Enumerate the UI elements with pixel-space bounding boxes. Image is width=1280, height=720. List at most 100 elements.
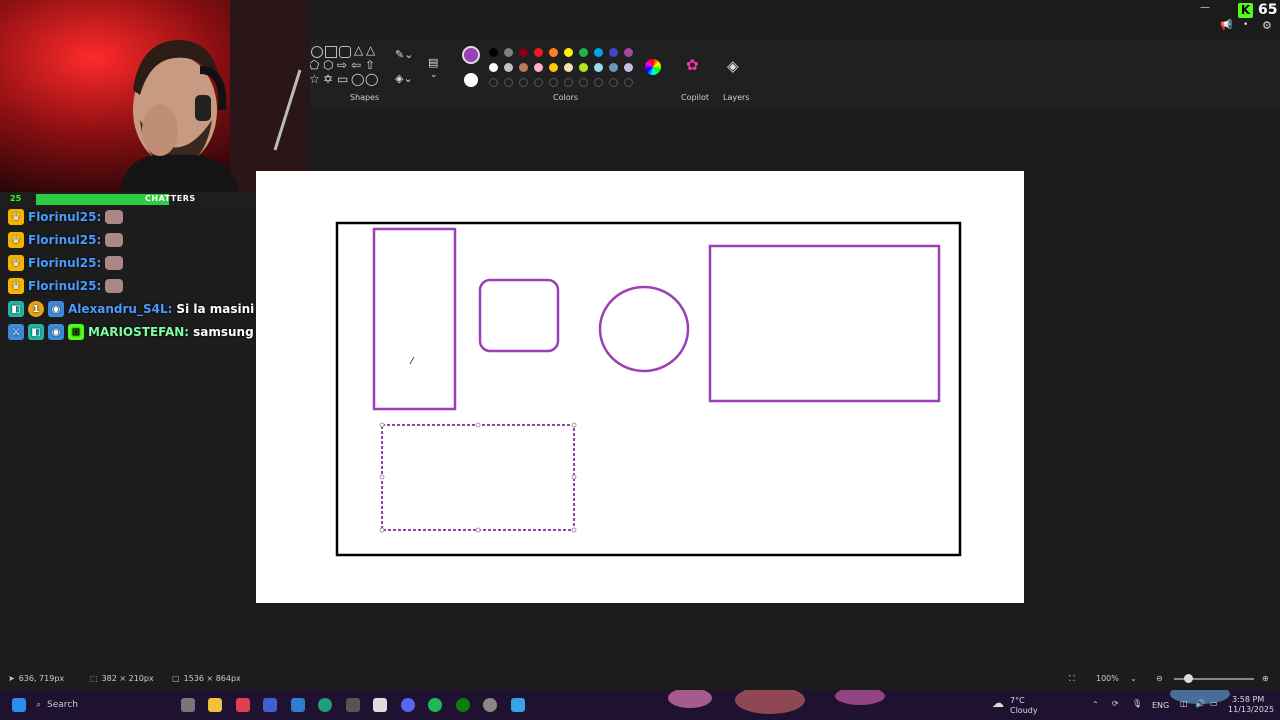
app-icon-3[interactable] bbox=[291, 698, 305, 712]
minimize-icon[interactable]: — bbox=[1200, 2, 1210, 13]
triangle-outline-shape-icon[interactable]: △ bbox=[366, 43, 375, 57]
zoom-out-icon[interactable]: ⊖ bbox=[1156, 674, 1163, 683]
color-swatch[interactable] bbox=[519, 48, 528, 57]
callout-shape-icon[interactable]: ▭ bbox=[337, 72, 348, 86]
empty-color-slot[interactable] bbox=[624, 78, 633, 87]
canvas-drawing[interactable] bbox=[256, 171, 1024, 603]
empty-color-slot[interactable] bbox=[564, 78, 573, 87]
zoom-dropdown-icon[interactable]: ⌄ bbox=[1130, 674, 1137, 683]
selected-purple-rectangle[interactable] bbox=[381, 424, 575, 531]
color-swatch[interactable] bbox=[594, 63, 603, 72]
paint-app-icon[interactable] bbox=[511, 698, 525, 712]
color-swatch[interactable] bbox=[489, 48, 498, 57]
zoom-level[interactable]: 100% bbox=[1096, 674, 1119, 683]
network-icon[interactable]: ◫ bbox=[1180, 699, 1188, 708]
shape-menu-icon[interactable]: ▤ bbox=[428, 56, 438, 69]
weather-temp[interactable]: 7°C bbox=[1010, 696, 1025, 705]
announcement-icon[interactable]: 📢 bbox=[1220, 20, 1232, 31]
empty-color-slot[interactable] bbox=[519, 78, 528, 87]
settings-gear-icon[interactable]: ⚙ bbox=[1262, 19, 1272, 32]
color-swatch[interactable] bbox=[504, 48, 513, 57]
show-hidden-icons[interactable]: ⌃ bbox=[1092, 700, 1099, 709]
left-arrow-shape-icon[interactable]: ⇦ bbox=[351, 58, 361, 72]
color-swatch[interactable] bbox=[519, 63, 528, 72]
start-menu-icon[interactable] bbox=[12, 698, 26, 712]
app-icon-1[interactable] bbox=[236, 698, 250, 712]
up-arrow-shape-icon[interactable]: ⇧ bbox=[365, 58, 375, 72]
rounded-purple-square[interactable] bbox=[478, 278, 560, 353]
color-swatch[interactable] bbox=[609, 48, 618, 57]
color-swatch[interactable] bbox=[564, 63, 573, 72]
triangle-shape-icon[interactable]: △ bbox=[354, 43, 363, 57]
star-6-shape-icon[interactable]: ✡ bbox=[323, 72, 333, 86]
color-swatch[interactable] bbox=[549, 63, 558, 72]
right-arrow-shape-icon[interactable]: ⇨ bbox=[337, 58, 347, 72]
app-icon-4[interactable] bbox=[346, 698, 360, 712]
app-icon-6[interactable] bbox=[483, 698, 497, 712]
color-swatch[interactable] bbox=[534, 48, 543, 57]
zoom-in-icon[interactable]: ⊕ bbox=[1262, 674, 1269, 683]
layers-label[interactable]: Layers bbox=[723, 93, 749, 102]
empty-color-slot[interactable] bbox=[609, 78, 618, 87]
outline-tool-icon[interactable]: ✎⌄ bbox=[395, 48, 413, 61]
edge-browser-icon[interactable] bbox=[318, 698, 332, 712]
file-explorer-icon[interactable] bbox=[208, 698, 222, 712]
rectangle-shape-icon[interactable] bbox=[325, 46, 337, 58]
color-swatch[interactable] bbox=[564, 48, 573, 57]
oval-shape-icon[interactable] bbox=[311, 46, 323, 58]
empty-color-slot[interactable] bbox=[549, 78, 558, 87]
pentagon-shape-icon[interactable]: ⬠ bbox=[309, 58, 319, 72]
color-swatch[interactable] bbox=[609, 63, 618, 72]
fill-tool-icon[interactable]: ◈⌄ bbox=[395, 72, 413, 85]
outer-black-rectangle[interactable] bbox=[335, 221, 962, 557]
wide-purple-rectangle[interactable] bbox=[708, 244, 941, 403]
layers-icon[interactable]: ◈ bbox=[727, 57, 739, 75]
discord-icon[interactable] bbox=[401, 698, 415, 712]
battery-icon[interactable]: ▭ bbox=[1210, 699, 1218, 708]
edit-colors-icon[interactable] bbox=[645, 59, 661, 75]
oval-callout-shape-icon[interactable]: ◯ bbox=[351, 72, 364, 86]
cloud-callout-shape-icon[interactable]: ◯ bbox=[365, 72, 378, 86]
sync-icon[interactable]: ⟳ bbox=[1112, 699, 1119, 708]
star-shape-icon[interactable]: ☆ bbox=[309, 72, 320, 86]
color-swatch[interactable] bbox=[594, 48, 603, 57]
primary-color-swatch[interactable] bbox=[462, 46, 480, 64]
secondary-color-swatch[interactable] bbox=[464, 73, 478, 87]
color-swatch[interactable] bbox=[489, 63, 498, 72]
language-indicator[interactable]: ENG bbox=[1152, 701, 1169, 710]
microphone-icon[interactable]: 🎙 bbox=[1132, 699, 1142, 708]
volume-icon[interactable]: 🔊 bbox=[1195, 699, 1205, 708]
fit-to-window-icon[interactable]: ⛶ bbox=[1069, 674, 1075, 684]
selection-handles[interactable] bbox=[379, 422, 577, 533]
color-swatch[interactable] bbox=[579, 48, 588, 57]
color-swatch[interactable] bbox=[504, 63, 513, 72]
empty-color-slot[interactable] bbox=[534, 78, 543, 87]
tall-purple-rectangle[interactable] bbox=[372, 227, 457, 411]
drawing-canvas[interactable] bbox=[256, 171, 1024, 603]
copilot-label[interactable]: Copilot bbox=[681, 93, 709, 102]
color-swatch[interactable] bbox=[549, 48, 558, 57]
clock-time[interactable]: 3:58 PM bbox=[1232, 695, 1264, 704]
copilot-icon[interactable]: ✿ bbox=[686, 56, 699, 74]
task-view-icon[interactable] bbox=[181, 698, 195, 712]
clock-date[interactable]: 11/13/2025 bbox=[1228, 705, 1274, 714]
rounded-rectangle-shape-icon[interactable] bbox=[339, 46, 351, 58]
weather-desc[interactable]: Cloudy bbox=[1010, 706, 1038, 715]
empty-color-slot[interactable] bbox=[504, 78, 513, 87]
app-icon-5[interactable] bbox=[373, 698, 387, 712]
app-icon-2[interactable] bbox=[263, 698, 277, 712]
color-swatch[interactable] bbox=[579, 63, 588, 72]
empty-color-slot[interactable] bbox=[594, 78, 603, 87]
hexagon-shape-icon[interactable]: ⬡ bbox=[323, 58, 333, 72]
spotify-icon[interactable] bbox=[428, 698, 442, 712]
empty-color-slot[interactable] bbox=[489, 78, 498, 87]
zoom-slider-handle[interactable] bbox=[1184, 674, 1193, 683]
xbox-icon[interactable] bbox=[456, 698, 470, 712]
color-swatch[interactable] bbox=[624, 48, 633, 57]
taskbar-search[interactable]: ⌕ Search bbox=[36, 696, 78, 714]
color-swatch[interactable] bbox=[534, 63, 543, 72]
shapes-expand-icon[interactable]: ⌄ bbox=[430, 70, 438, 80]
purple-circle[interactable] bbox=[598, 285, 690, 373]
empty-color-slot[interactable] bbox=[579, 78, 588, 87]
color-swatch[interactable] bbox=[624, 63, 633, 72]
